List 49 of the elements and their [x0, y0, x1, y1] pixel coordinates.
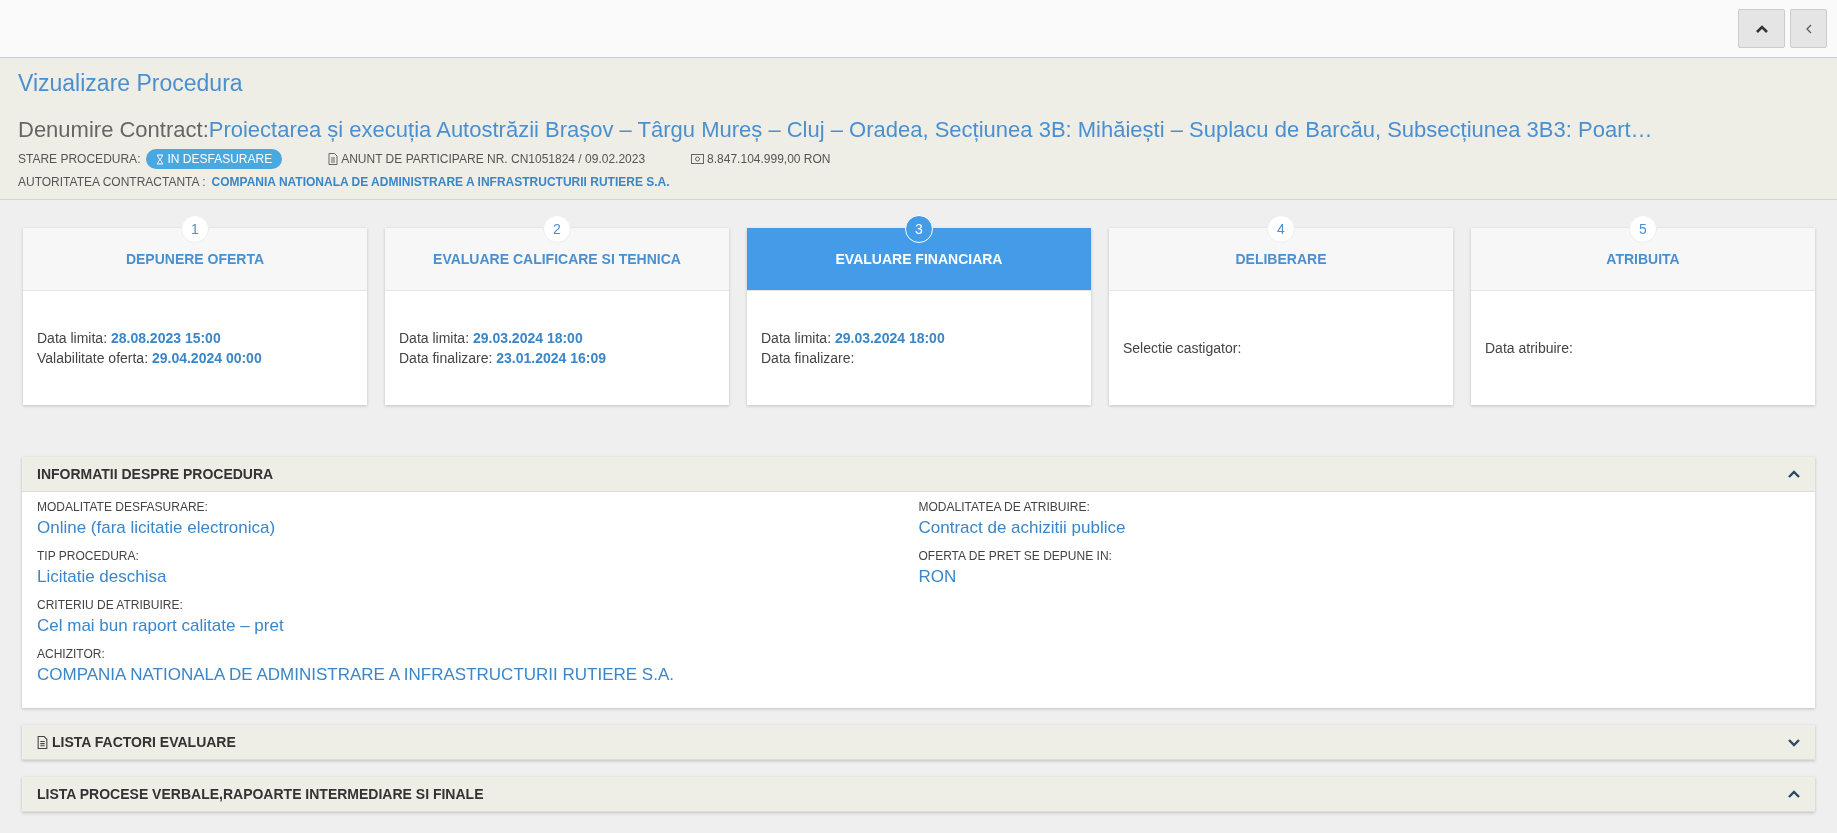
stage-number: 1: [181, 215, 209, 243]
stage-detail: Data limita: 29.03.2024 18:00: [399, 329, 584, 348]
authority-label: AUTORITATEA CONTRACTANTA :: [18, 175, 206, 189]
chevron-up-icon[interactable]: [1787, 789, 1801, 799]
contract-label: Denumire Contract:: [18, 117, 209, 142]
field-label: MODALITATE DESFASURARE:: [37, 500, 209, 514]
chevron-down-icon[interactable]: [1787, 737, 1801, 747]
field-value: RON: [918, 567, 958, 587]
section-title: LISTA FACTORI EVALUARE: [52, 734, 237, 750]
authority-link[interactable]: COMPANIA NATIONALA DE ADMINISTRARE A INFRASTRUCTURII RUTIERE S.A.: [211, 175, 670, 189]
section-header[interactable]: INFORMATII DESPRE PROCEDURA: [22, 457, 1815, 492]
field-label: MODALITATEA DE ATRIBUIRE:: [918, 500, 1091, 514]
field-value: Licitatie deschisa: [37, 567, 168, 587]
field-label: ACHIZITOR:: [37, 647, 106, 661]
stage-detail: Valabilitate oferta: 29.04.2024 00:00: [37, 349, 263, 368]
stage-number: 2: [543, 215, 571, 243]
stage-detail: Data atribuire:: [1485, 339, 1574, 358]
stage-number: 5: [1629, 215, 1657, 243]
field-label: OFERTA DE PRET SE DEPUNE IN:: [918, 549, 1113, 563]
section-title: LISTA PROCESE VERBALE,RAPOARTE INTERMEDIARE SI FINALE: [37, 786, 485, 802]
stage-detail: Selectie castigator:: [1123, 339, 1243, 358]
stage-detail: Data finalizare: 23.01.2024 16:09: [399, 349, 608, 368]
section-header[interactable]: LISTA PROCESE VERBALE,RAPOARTE INTERMEDIARE SI FINALE: [22, 777, 1815, 812]
field-label: TIP PROCEDURA:: [37, 549, 140, 563]
field-value: COMPANIA NATIONALA DE ADMINISTRARE A INFRASTRUCTURII RUTIERE S.A.: [37, 665, 675, 685]
stage-detail: Data finalizare:: [761, 349, 856, 368]
stage-number: 3: [905, 215, 933, 243]
status-label: STARE PROCEDURA:: [18, 152, 141, 166]
field-value: Online (fara licitatie electronica): [37, 518, 277, 538]
chevron-left-icon: [1804, 23, 1813, 34]
document-icon: [37, 735, 48, 749]
section-title: INFORMATII DESPRE PROCEDURA: [37, 466, 275, 482]
banknote-icon: [691, 154, 705, 164]
page-title: Vizualizare Procedura: [18, 70, 244, 97]
chevron-up-icon: [1754, 23, 1769, 34]
document-icon: [328, 153, 339, 165]
hourglass-icon: [156, 153, 165, 165]
stage-detail: Data limita: 29.03.2024 18:00: [761, 329, 946, 348]
chevron-up-icon[interactable]: [1787, 469, 1801, 479]
field-label: CRITERIU DE ATRIBUIRE:: [37, 598, 184, 612]
field-value: Cel mai bun raport calitate – pret: [37, 616, 285, 636]
section-header[interactable]: LISTA FACTORI EVALUARE: [22, 725, 1815, 760]
status-badge: IN DESFASURARE: [146, 149, 283, 169]
contract-name: Proiectarea și execuția Autostrăzii Brașov – Târgu Mureș – Cluj – Oradea, Secțiunea 3B: Mihăiești – Suplacu de Barcău, Subsecțiunea 3B3: Poart…: [208, 117, 1653, 142]
stage-detail: Data limita: 28.08.2023 15:00: [37, 329, 222, 348]
stage-number: 4: [1267, 215, 1295, 243]
field-value: Contract de achizitii publice: [918, 518, 1127, 538]
notice-text: ANUNT DE PARTICIPARE NR. CN1051824 / 09.02.2023: [341, 152, 646, 166]
amount-text: 8.847.104.999,00 RON: [707, 152, 831, 166]
